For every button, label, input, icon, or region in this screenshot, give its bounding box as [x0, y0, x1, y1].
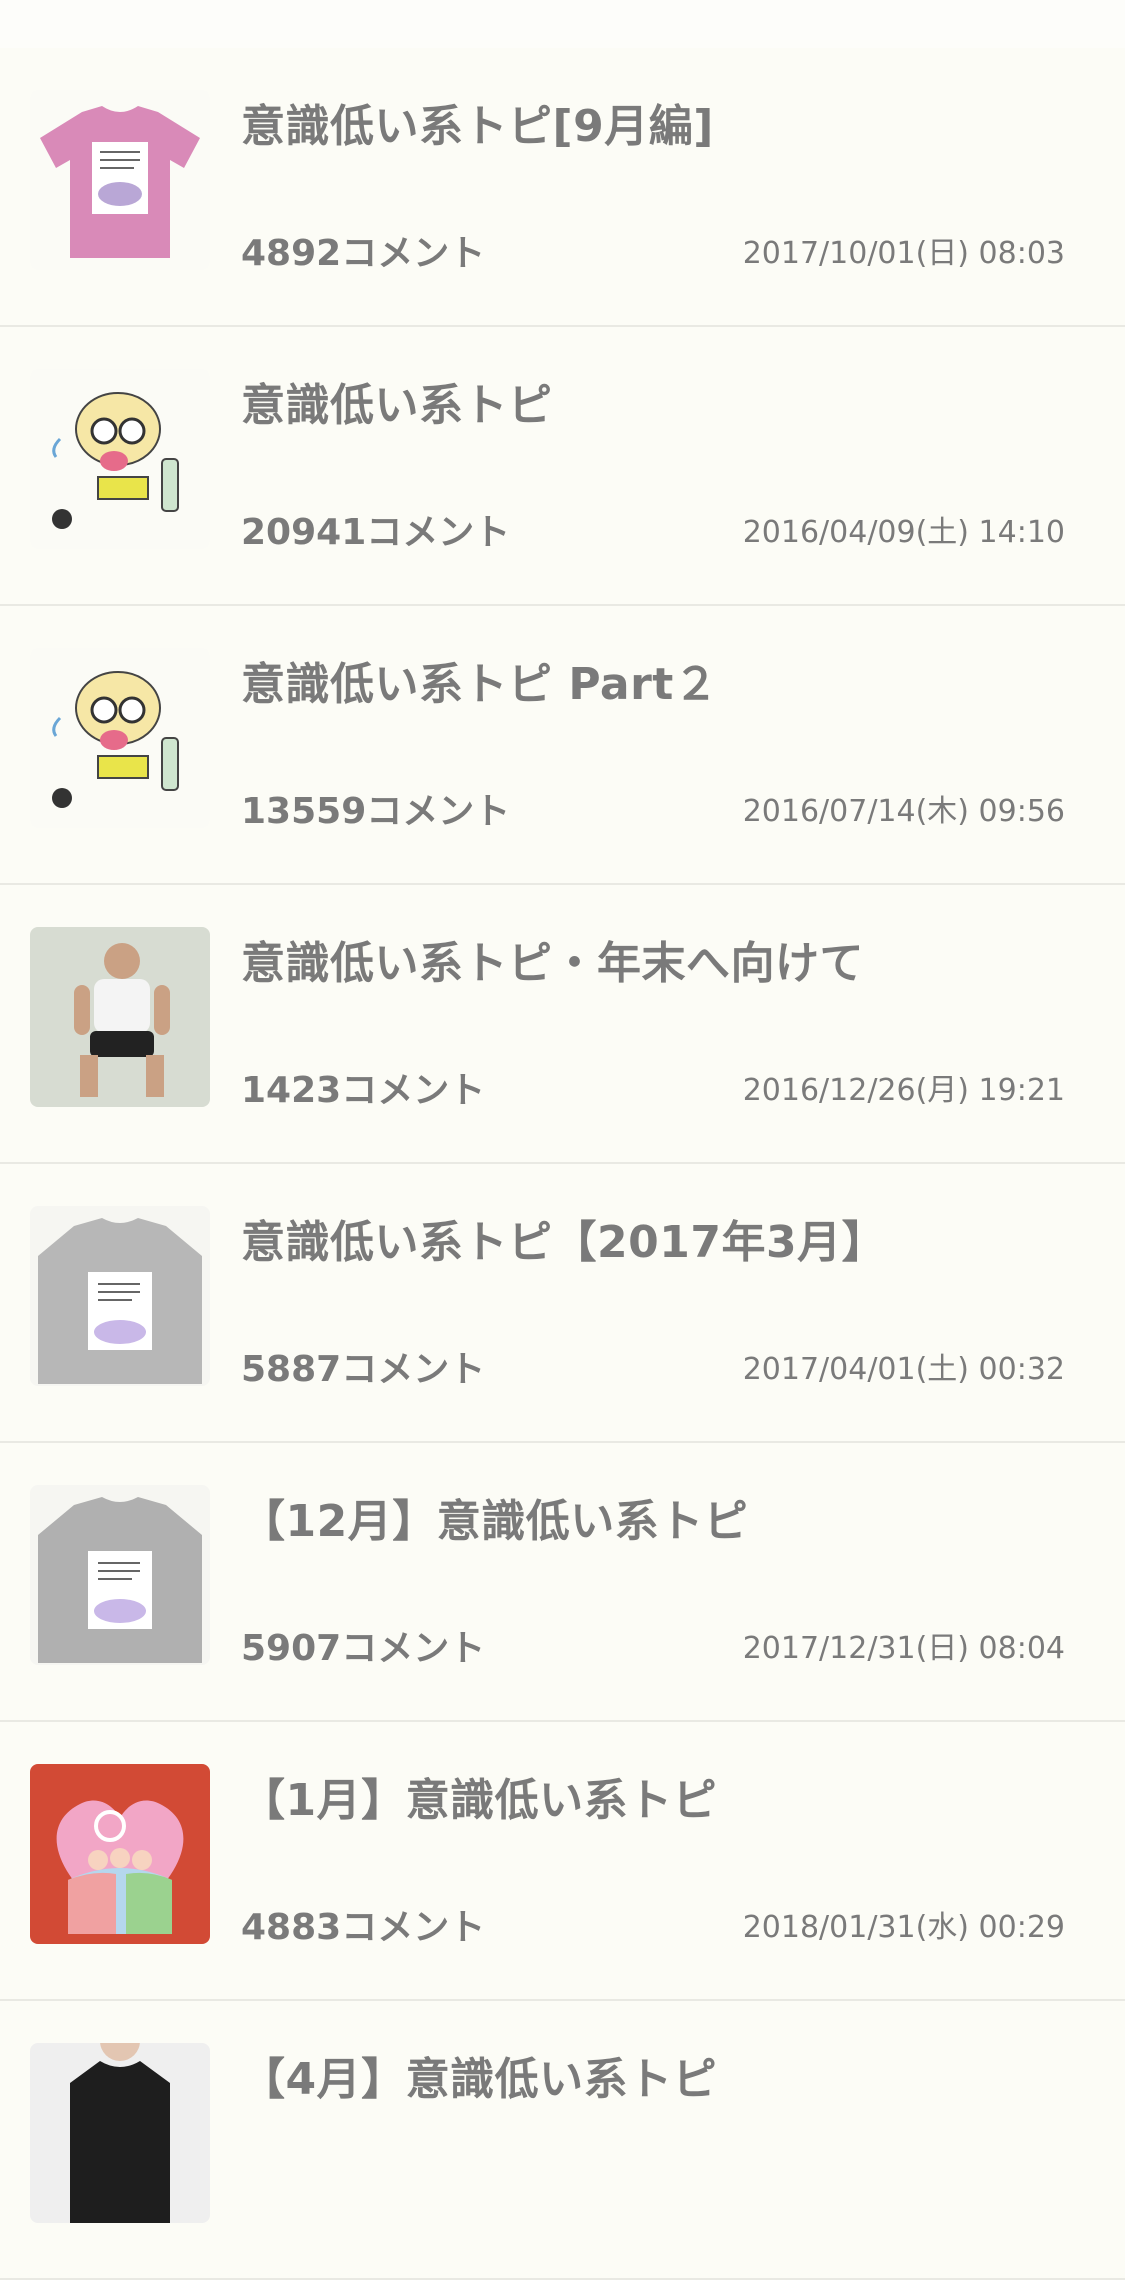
topic-list: 意識低い系トピ[9月編] 4892コメント 2017/10/01(日) 08:0… — [0, 48, 1125, 2280]
gray-sweatshirt-thumbnail — [30, 1485, 210, 1665]
topic-row[interactable]: 【1月】意識低い系トピ 4883コメント 2018/01/31(水) 00:29 — [0, 1722, 1125, 2001]
topic-title[interactable]: 意識低い系トピ — [241, 369, 553, 433]
post-date: 2016/12/26(月) 19:21 — [742, 1073, 1065, 1108]
woman-black-top-thumbnail — [30, 2043, 210, 2223]
top-strip — [0, 0, 1125, 48]
topic-title[interactable]: 【12月】意識低い系トピ — [241, 1485, 748, 1549]
heart-bed-thumbnail — [30, 1764, 210, 1944]
drunk-character-thumbnail — [30, 369, 210, 549]
post-date: 2017/10/01(日) 08:03 — [742, 236, 1065, 271]
topic-row[interactable]: 【12月】意識低い系トピ 5907コメント 2017/12/31(日) 08:0… — [0, 1443, 1125, 1722]
topic-row[interactable]: 【4月】意識低い系トピ — [0, 2001, 1125, 2280]
post-date: 2016/04/09(土) 14:10 — [742, 515, 1065, 550]
comment-count: 20941コメント — [241, 512, 511, 553]
topic-title[interactable]: 意識低い系トピ[9月編] — [241, 90, 714, 154]
comment-count: 5907コメント — [241, 1628, 486, 1669]
comment-count: 4883コメント — [241, 1907, 486, 1948]
topic-row[interactable]: 意識低い系トピ・年末へ向けて 1423コメント 2016/12/26(月) 19… — [0, 885, 1125, 1164]
comment-count: 1423コメント — [241, 1070, 486, 1111]
comment-count: 5887コメント — [241, 1349, 486, 1390]
topic-row[interactable]: 意識低い系トピ【2017年3月】 5887コメント 2017/04/01(土) … — [0, 1164, 1125, 1443]
post-date: 2016/07/14(木) 09:56 — [742, 794, 1065, 829]
pink-tshirt-thumbnail — [30, 90, 210, 270]
drunk-character-thumbnail — [30, 648, 210, 828]
comment-count: 4892コメント — [241, 233, 486, 274]
comment-count: 13559コメント — [241, 791, 511, 832]
man-squatting-thumbnail — [30, 927, 210, 1107]
topic-row[interactable]: 意識低い系トピ 20941コメント 2016/04/09(土) 14:10 — [0, 327, 1125, 606]
post-date: 2017/04/01(土) 00:32 — [742, 1352, 1065, 1387]
topic-row[interactable]: 意識低い系トピ[9月編] 4892コメント 2017/10/01(日) 08:0… — [0, 48, 1125, 327]
topic-row[interactable]: 意識低い系トピ Part２ 13559コメント 2016/07/14(木) 09… — [0, 606, 1125, 885]
gray-sweatshirt-thumbnail — [30, 1206, 210, 1386]
post-date: 2017/12/31(日) 08:04 — [742, 1631, 1065, 1666]
topic-title[interactable]: 意識低い系トピ Part２ — [241, 648, 718, 712]
topic-title[interactable]: 意識低い系トピ【2017年3月】 — [241, 1206, 886, 1270]
topic-title[interactable]: 【1月】意識低い系トピ — [241, 1764, 717, 1828]
topic-title[interactable]: 意識低い系トピ・年末へ向けて — [241, 927, 864, 991]
post-date: 2018/01/31(水) 00:29 — [742, 1910, 1065, 1945]
topic-title[interactable]: 【4月】意識低い系トピ — [241, 2043, 717, 2107]
